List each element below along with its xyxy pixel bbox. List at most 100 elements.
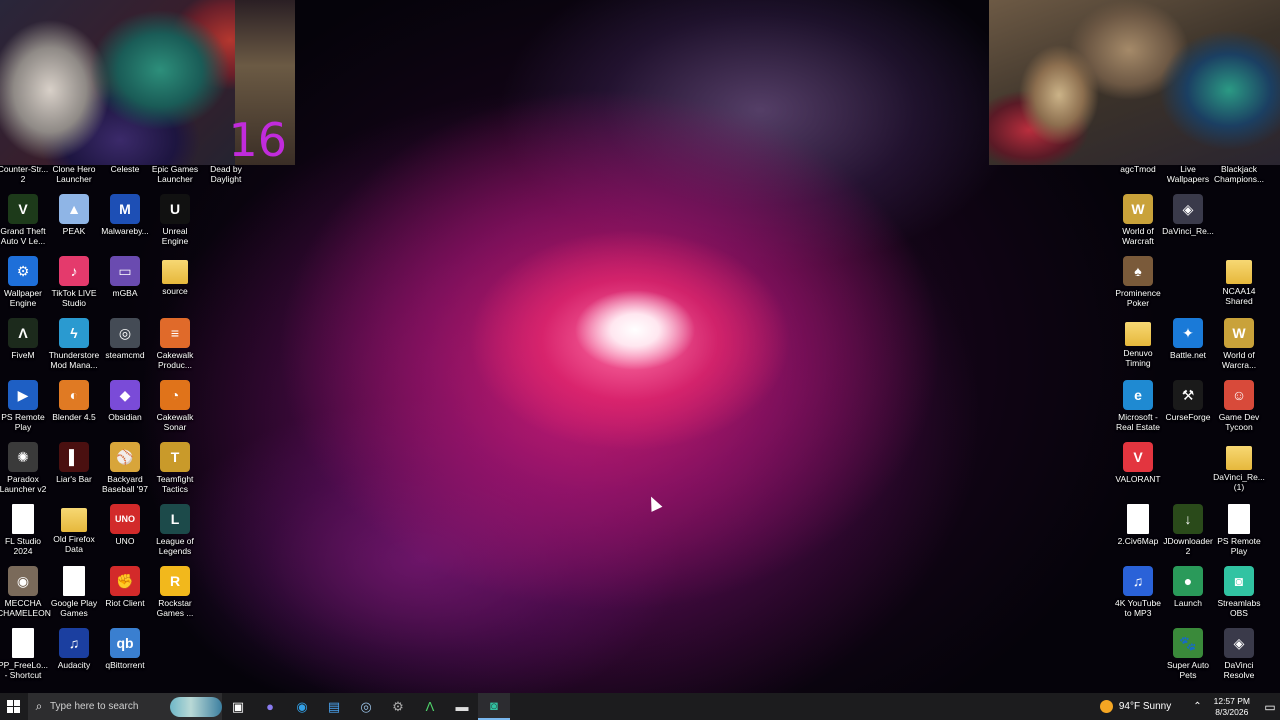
desktop-icon-unreal-engine[interactable]: U Unreal Engine bbox=[150, 194, 200, 246]
desktop-icon-davinci-re[interactable]: ◈ DaVinci_Re... bbox=[1162, 194, 1214, 236]
edge-icon: ◉ bbox=[296, 698, 308, 714]
desktop-icon-microsoft-real-estate[interactable]: e Microsoft - Real Estate bbox=[1113, 380, 1163, 432]
desktop-icon-game-dev-tycoon[interactable]: ☺ Game Dev Tycoon bbox=[1214, 380, 1264, 432]
desktop-icon-fl-studio[interactable]: FL Studio 2024 bbox=[0, 504, 48, 556]
desktop-icon-liars-bar[interactable]: ▌ Liar's Bar bbox=[49, 442, 99, 484]
task-view-button[interactable]: ▣ bbox=[222, 693, 254, 720]
desktop-icon-prominence-poker[interactable]: ♠ Prominence Poker bbox=[1113, 256, 1163, 308]
rockstar-games-icon: R bbox=[160, 566, 190, 596]
desktop-icon-steamcmd[interactable]: ◎ steamcmd bbox=[100, 318, 150, 360]
desktop-icon-civ6map[interactable]: 2.Civ6Map bbox=[1113, 504, 1163, 546]
desktop-icon-world-of-warcraft[interactable]: W World of Warcraft bbox=[1113, 194, 1163, 246]
desktop-icon-streamlabs-obs[interactable]: ◙ Streamlabs OBS bbox=[1214, 566, 1264, 618]
desktop-icon-label: PEAK bbox=[62, 226, 86, 236]
webcam-overlay-left: 16 bbox=[0, 0, 295, 165]
desktop-icon-source-folder[interactable]: source bbox=[150, 256, 200, 296]
taskbar-fivem[interactable]: Λ bbox=[414, 693, 446, 720]
desktop-icon-ps-remote-play-2[interactable]: PS Remote Play bbox=[1214, 504, 1264, 556]
launch-icon: ● bbox=[1173, 566, 1203, 596]
desktop-icon-google-play-games[interactable]: Google Play Games bbox=[49, 566, 99, 618]
start-button[interactable] bbox=[0, 693, 28, 720]
desktop-icon-label: World of Warcraft bbox=[1122, 226, 1154, 246]
desktop-icon-rockstar-games[interactable]: R Rockstar Games ... bbox=[150, 566, 200, 618]
desktop-icon-gta-v[interactable]: V Grand Theft Auto V Le... bbox=[0, 194, 48, 246]
desktop-icon-battle-net[interactable]: ✦ Battle.net bbox=[1163, 318, 1213, 360]
desktop-icon-label: Rockstar Games ... bbox=[156, 598, 194, 618]
desktop-icon-cakewalk-product[interactable]: ≡ Cakewalk Produc... bbox=[150, 318, 200, 370]
desktop-icon-valorant[interactable]: V VALORANT bbox=[1113, 442, 1163, 484]
desktop-icon-davinci-re-1[interactable]: DaVinci_Re... (1) bbox=[1213, 442, 1265, 492]
desktop-icon-qbittorrent[interactable]: qb qBittorrent bbox=[100, 628, 150, 670]
old-firefox-data-icon bbox=[61, 508, 87, 532]
league-of-legends-icon: L bbox=[160, 504, 190, 534]
desktop-icon-world-of-warcraft-2[interactable]: W World of Warcra... bbox=[1214, 318, 1264, 370]
taskbar-explorer[interactable]: ▬ bbox=[446, 693, 478, 720]
sun-icon bbox=[1099, 700, 1113, 713]
desktop-icon-launch[interactable]: ● Launch bbox=[1163, 566, 1213, 608]
desktop-icon-label: JDownloader 2 bbox=[1163, 536, 1213, 556]
desktop-icon-tiktok-live[interactable]: ♪ TikTok LIVE Studio bbox=[49, 256, 99, 308]
desktop-icon-4k-youtube-mp3[interactable]: ♫ 4K YouTube to MP3 bbox=[1113, 566, 1163, 618]
taskbar-discord[interactable]: ● bbox=[254, 693, 286, 720]
desktop-icon-label: Blender 4.5 bbox=[52, 412, 96, 422]
notification-icon[interactable]: ▭ bbox=[1260, 700, 1280, 714]
mgba-icon: ▭ bbox=[110, 256, 140, 286]
desktop-icon-uno[interactable]: UNO UNO bbox=[100, 504, 150, 546]
desktop-icon-label: qBittorrent bbox=[105, 660, 145, 670]
desktop-icon-backyard-baseball[interactable]: ⚾ Backyard Baseball '97 bbox=[100, 442, 150, 494]
desktop-icon-malwarebytes[interactable]: M Malwareby... bbox=[100, 194, 150, 236]
google-play-games-icon bbox=[63, 566, 85, 596]
clock-date: 8/3/2026 bbox=[1215, 706, 1249, 717]
desktop-icon-fivem[interactable]: Λ FiveM bbox=[0, 318, 48, 360]
qbittorrent-icon: qb bbox=[110, 628, 140, 658]
desktop-icon-label: TikTok LIVE Studio bbox=[51, 288, 97, 308]
steam-icon: ◎ bbox=[360, 698, 372, 714]
taskbar-edge[interactable]: ◉ bbox=[286, 693, 318, 720]
desktop-icon-super-auto-pets[interactable]: 🐾 Super Auto Pets bbox=[1163, 628, 1213, 680]
desktop-icon-obsidian[interactable]: ◆ Obsidian bbox=[100, 380, 150, 422]
desktop-icon-label: NCAA14 Shared bbox=[1222, 286, 1256, 306]
desktop-icon-ncaa14-shared[interactable]: NCAA14 Shared bbox=[1214, 256, 1264, 306]
desktop-icon-blender[interactable]: ◐ Blender 4.5 bbox=[49, 380, 99, 422]
weather-text[interactable]: 94°F Sunny bbox=[1119, 701, 1171, 712]
desktop-icon-peak[interactable]: ▲ PEAK bbox=[49, 194, 99, 236]
chevron-up-icon[interactable]: ⌃ bbox=[1193, 701, 1201, 712]
desktop-icon-wallpaper-engine[interactable]: ⚙ Wallpaper Engine bbox=[0, 256, 48, 308]
desktop-icon-pp-freelo-shortcut[interactable]: PP_FreeLo... - Shortcut bbox=[0, 628, 48, 680]
meccha-chameleon-icon: ◉ bbox=[8, 566, 38, 596]
clock[interactable]: 12:57 PM 8/3/2026 bbox=[1214, 696, 1250, 718]
desktop-icon-meccha-chameleon[interactable]: ◉ MECCHA CHAMELEON bbox=[0, 566, 51, 618]
uno-icon: UNO bbox=[110, 504, 140, 534]
prominence-poker-icon: ♠ bbox=[1123, 256, 1153, 286]
desktop-icon-cakewalk-sonar[interactable]: ◔ Cakewalk Sonar bbox=[150, 380, 200, 432]
desktop-icon-label: Dead by Daylight bbox=[210, 164, 242, 184]
taskbar-search-box[interactable]: ⌕ Type here to search bbox=[28, 693, 222, 720]
desktop-icon-label: Clone Hero Launcher bbox=[52, 164, 96, 184]
desktop-icon-label: DaVinci Resolve bbox=[1223, 660, 1255, 680]
desktop-icon-curseforge[interactable]: ⚒ CurseForge bbox=[1163, 380, 1213, 422]
desktop-icon-audacity[interactable]: ♫ Audacity bbox=[49, 628, 99, 670]
desktop-icon-denuvo-timing[interactable]: Denuvo Timing bbox=[1113, 318, 1163, 368]
riot-client-icon: ✊ bbox=[110, 566, 140, 596]
steamcmd-icon: ◎ bbox=[110, 318, 140, 348]
taskbar-steam[interactable]: ◎ bbox=[350, 693, 382, 720]
taskbar-store[interactable]: ▤ bbox=[318, 693, 350, 720]
peak-icon: ▲ bbox=[59, 194, 89, 224]
desktop-icon-ps-remote-play[interactable]: ▶ PS Remote Play bbox=[0, 380, 48, 432]
desktop-icon-label: Live Wallpapers bbox=[1166, 164, 1210, 184]
streamlabs-taskbar-icon: ◙ bbox=[490, 698, 498, 713]
desktop-icon-label: FiveM bbox=[11, 350, 35, 360]
desktop-icon-label: MECCHA CHAMELEON bbox=[0, 598, 51, 618]
desktop-icon-mgba[interactable]: ▭ mGBA bbox=[100, 256, 150, 298]
desktop-icon-teamfight-tactics[interactable]: T Teamfight Tactics bbox=[150, 442, 200, 494]
desktop-icon-old-firefox-data[interactable]: Old Firefox Data bbox=[49, 504, 99, 554]
desktop-icon-jdownloader[interactable]: ↓ JDownloader 2 bbox=[1163, 504, 1213, 556]
desktop-icon-label: Riot Client bbox=[105, 598, 145, 608]
taskbar-streamlabs[interactable]: ◙ bbox=[478, 693, 510, 720]
desktop-icon-league-of-legends[interactable]: L League of Legends bbox=[150, 504, 200, 556]
desktop-icon-davinci-resolve[interactable]: ◈ DaVinci Resolve bbox=[1214, 628, 1264, 680]
desktop-icon-paradox-launcher[interactable]: ✺ Paradox Launcher v2 bbox=[0, 442, 48, 494]
desktop-icon-riot-client[interactable]: ✊ Riot Client bbox=[100, 566, 150, 608]
taskbar-settings[interactable]: ⚙ bbox=[382, 693, 414, 720]
desktop-icon-thunderstore[interactable]: ϟ Thunderstore Mod Mana... bbox=[49, 318, 99, 370]
